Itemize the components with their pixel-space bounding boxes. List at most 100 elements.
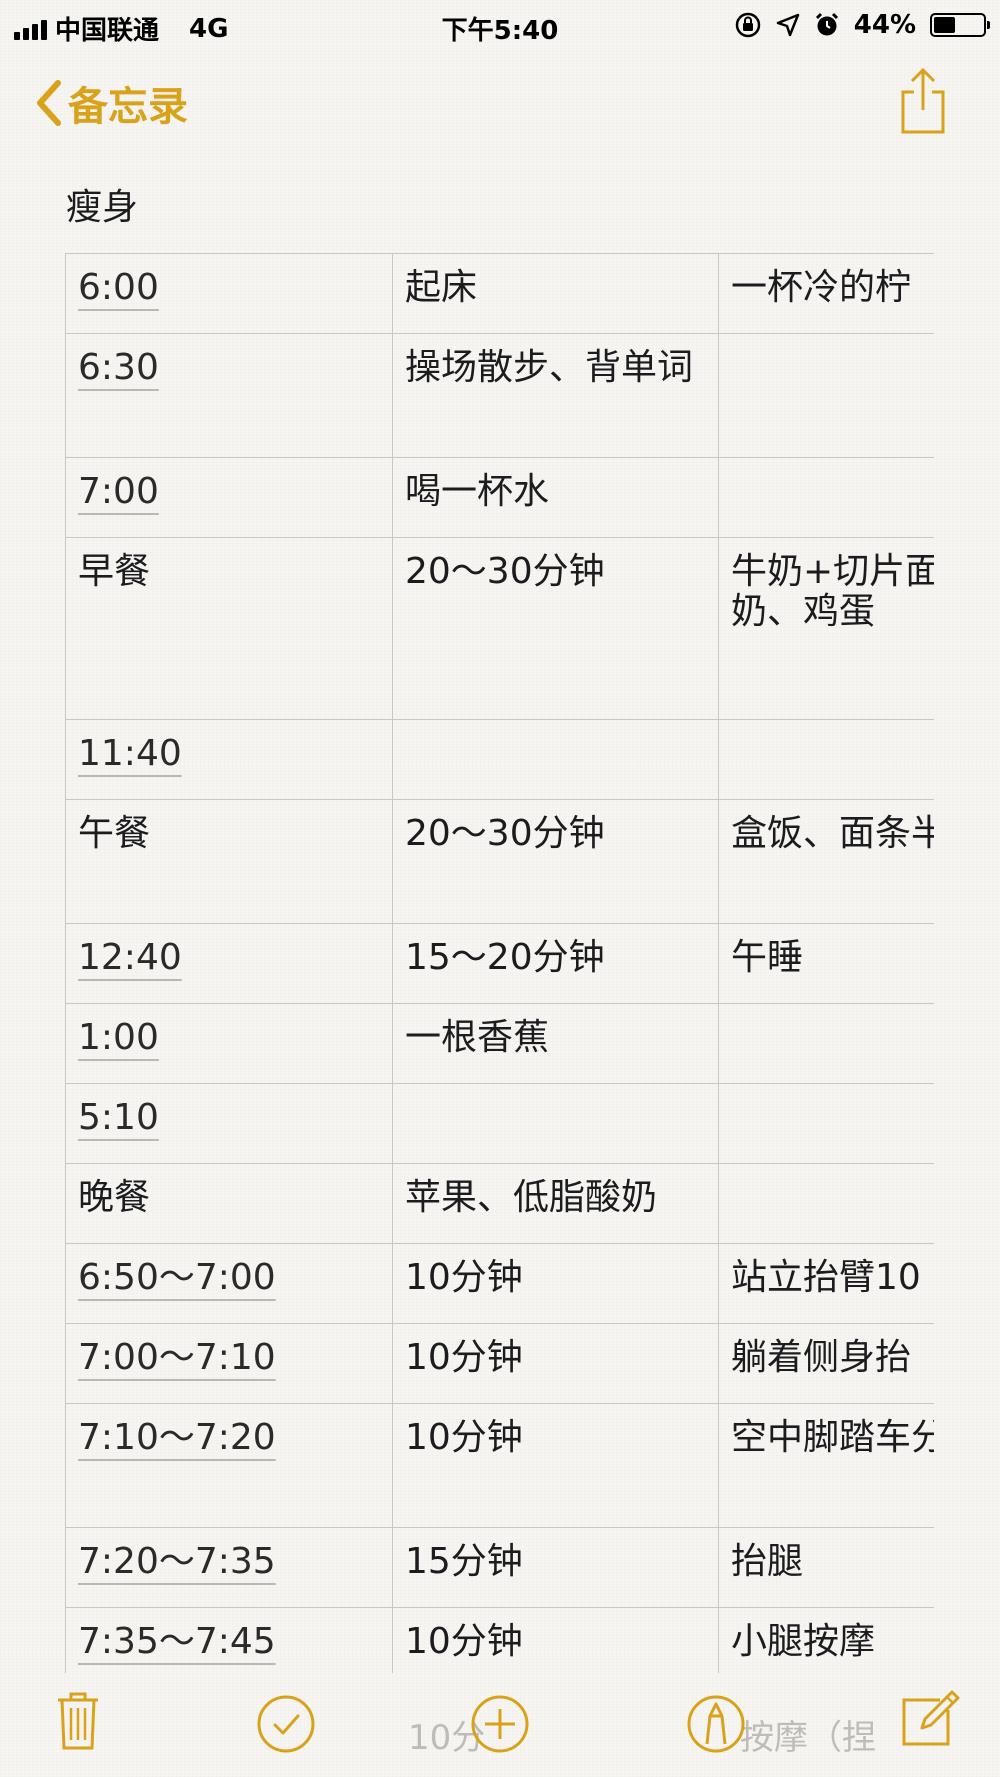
cell-text: 躺着侧身抬 xyxy=(731,1337,912,1378)
table-cell[interactable]: 7:35～7:45 xyxy=(65,1607,393,1673)
table-cell[interactable] xyxy=(718,1083,934,1164)
delete-button[interactable] xyxy=(56,1690,100,1756)
table-cell[interactable]: 起床 xyxy=(392,253,719,334)
cell-text: 起床 xyxy=(405,267,478,308)
table-cell[interactable]: 午睡 xyxy=(718,923,934,1004)
table-cell[interactable]: 抬腿 xyxy=(718,1527,934,1608)
add-button[interactable] xyxy=(470,1694,530,1758)
cell-text: 15～20分钟 xyxy=(405,937,605,978)
cell-time-text: 6:50～7:00 xyxy=(78,1257,276,1298)
cell-text: 20～30分钟 xyxy=(405,813,605,854)
table-row[interactable]: 午餐 20～30分钟 盒饭、面条半 xyxy=(65,799,934,924)
status-right: 44% xyxy=(734,10,990,40)
table-cell[interactable]: 6:30 xyxy=(65,333,393,458)
table-row[interactable]: 11:40 xyxy=(65,719,934,800)
battery-percent: 44% xyxy=(853,10,916,40)
table-cell[interactable]: 1:00 xyxy=(65,1003,393,1084)
battery-icon xyxy=(930,13,990,37)
bottom-toolbar: 10分 按摩（捏 xyxy=(0,1670,1000,1777)
table-cell[interactable]: 一根香蕉 xyxy=(392,1003,719,1084)
table-cell[interactable]: 站立抬臂10 xyxy=(718,1243,934,1324)
table-cell[interactable]: 7:00～7:10 xyxy=(65,1323,393,1404)
table-cell[interactable]: 7:10～7:20 xyxy=(65,1403,393,1528)
note-table-container[interactable]: 6:00 起床 一杯冷的柠 6:30 操场散步、背单词 7:00 喝一杯水 早餐 20～30分钟… xyxy=(65,253,934,1673)
table-cell[interactable]: 7:00 xyxy=(65,457,393,538)
table-cell[interactable]: 6:00 xyxy=(65,253,393,334)
table-cell[interactable] xyxy=(718,457,934,538)
table-cell[interactable]: 空中脚踏车分钟 xyxy=(718,1403,934,1528)
table-row[interactable]: 7:35～7:45 10分钟 小腿按摩 xyxy=(65,1607,934,1673)
cell-time-text: 7:35～7:45 xyxy=(78,1621,276,1662)
table-cell[interactable]: 20～30分钟 xyxy=(392,799,719,924)
table-cell[interactable]: 15分钟 xyxy=(392,1527,719,1608)
cell-text: 15分钟 xyxy=(405,1541,523,1582)
checkmark-icon xyxy=(257,1695,315,1753)
cell-time-text: 午餐 xyxy=(78,813,151,854)
table-cell[interactable] xyxy=(392,1083,719,1164)
compose-icon xyxy=(902,1690,960,1746)
table-cell[interactable]: 6:50～7:00 xyxy=(65,1243,393,1324)
battery-level xyxy=(934,17,956,33)
table-cell[interactable]: 喝一杯水 xyxy=(392,457,719,538)
table-row[interactable]: 7:10～7:20 10分钟 空中脚踏车分钟 xyxy=(65,1403,934,1528)
table-row[interactable]: 7:00～7:10 10分钟 躺着侧身抬 xyxy=(65,1323,934,1404)
cell-text: 午睡 xyxy=(731,937,804,978)
table-cell[interactable]: 操场散步、背单词 xyxy=(392,333,719,458)
markup-icon xyxy=(687,1695,745,1753)
cell-time-text: 5:10 xyxy=(78,1097,159,1138)
table-cell[interactable]: 晚餐 xyxy=(65,1163,393,1244)
table-row[interactable]: 7:20～7:35 15分钟 抬腿 xyxy=(65,1527,934,1608)
cell-time-text: 6:30 xyxy=(78,347,159,388)
table-cell[interactable]: 10分钟 xyxy=(392,1403,719,1528)
orientation-lock-icon xyxy=(735,12,761,38)
table-row[interactable]: 6:50～7:00 10分钟 站立抬臂10 xyxy=(65,1243,934,1324)
table-cell[interactable] xyxy=(392,719,719,800)
table-cell[interactable]: 盒饭、面条半 xyxy=(718,799,934,924)
table-cell[interactable]: 7:20～7:35 xyxy=(65,1527,393,1608)
table-row[interactable]: 晚餐 苹果、低脂酸奶 xyxy=(65,1163,934,1244)
table-cell[interactable]: 10分钟 xyxy=(392,1323,719,1404)
table-cell[interactable]: 5:10 xyxy=(65,1083,393,1164)
table-cell[interactable] xyxy=(718,1163,934,1244)
table-cell[interactable]: 早餐 xyxy=(65,537,393,720)
compose-button[interactable] xyxy=(900,1688,960,1752)
cell-text: 10分钟 xyxy=(405,1257,523,1298)
table-cell[interactable]: 10分钟 xyxy=(392,1607,719,1673)
table-row[interactable]: 12:40 15～20分钟 午睡 xyxy=(65,923,934,1004)
markup-button[interactable] xyxy=(686,1694,746,1758)
table-cell[interactable]: 20～30分钟 xyxy=(392,537,719,720)
cell-text: 10分钟 xyxy=(405,1417,523,1458)
table-row[interactable]: 7:00 喝一杯水 xyxy=(65,457,934,538)
checklist-button[interactable] xyxy=(256,1694,316,1758)
table-cell[interactable]: 小腿按摩 xyxy=(718,1607,934,1673)
note-title[interactable]: 瘦身 xyxy=(66,178,138,230)
cell-time-text: 12:40 xyxy=(78,937,182,978)
table-cell[interactable]: 牛奶+切片面水果、全麦奶、鸡蛋 xyxy=(718,537,934,720)
cell-text: 喝一杯水 xyxy=(405,471,550,512)
back-button[interactable]: 备忘录 xyxy=(34,74,188,132)
table-row[interactable]: 6:00 起床 一杯冷的柠 xyxy=(65,253,934,334)
table-cell[interactable]: 午餐 xyxy=(65,799,393,924)
table-cell[interactable]: 一杯冷的柠 xyxy=(718,253,934,334)
share-button[interactable] xyxy=(898,66,948,140)
table-cell[interactable]: 11:40 xyxy=(65,719,393,800)
cell-text: 小腿按摩 xyxy=(731,1621,876,1662)
table-row[interactable]: 5:10 xyxy=(65,1083,934,1164)
table-cell[interactable] xyxy=(718,333,934,458)
cell-text: 操场散步、背单词 xyxy=(405,347,694,388)
ghost-text-right: 按摩（捏 xyxy=(740,1718,876,1758)
table-cell[interactable]: 10分钟 xyxy=(392,1243,719,1324)
cell-time-text: 1:00 xyxy=(78,1017,159,1058)
table-cell[interactable]: 苹果、低脂酸奶 xyxy=(392,1163,719,1244)
note-table[interactable]: 6:00 起床 一杯冷的柠 6:30 操场散步、背单词 7:00 喝一杯水 早餐 20～30分钟… xyxy=(65,253,934,1673)
table-row[interactable]: 1:00 一根香蕉 xyxy=(65,1003,934,1084)
navigation-bar: 备忘录 xyxy=(0,60,1000,140)
table-row[interactable]: 6:30 操场散步、背单词 xyxy=(65,333,934,458)
chevron-left-icon xyxy=(37,80,61,126)
table-cell[interactable]: 12:40 xyxy=(65,923,393,1004)
table-cell[interactable] xyxy=(718,1003,934,1084)
table-cell[interactable]: 15～20分钟 xyxy=(392,923,719,1004)
table-cell[interactable] xyxy=(718,719,934,800)
table-cell[interactable]: 躺着侧身抬 xyxy=(718,1323,934,1404)
table-row[interactable]: 早餐 20～30分钟 牛奶+切片面水果、全麦奶、鸡蛋 xyxy=(65,537,934,720)
